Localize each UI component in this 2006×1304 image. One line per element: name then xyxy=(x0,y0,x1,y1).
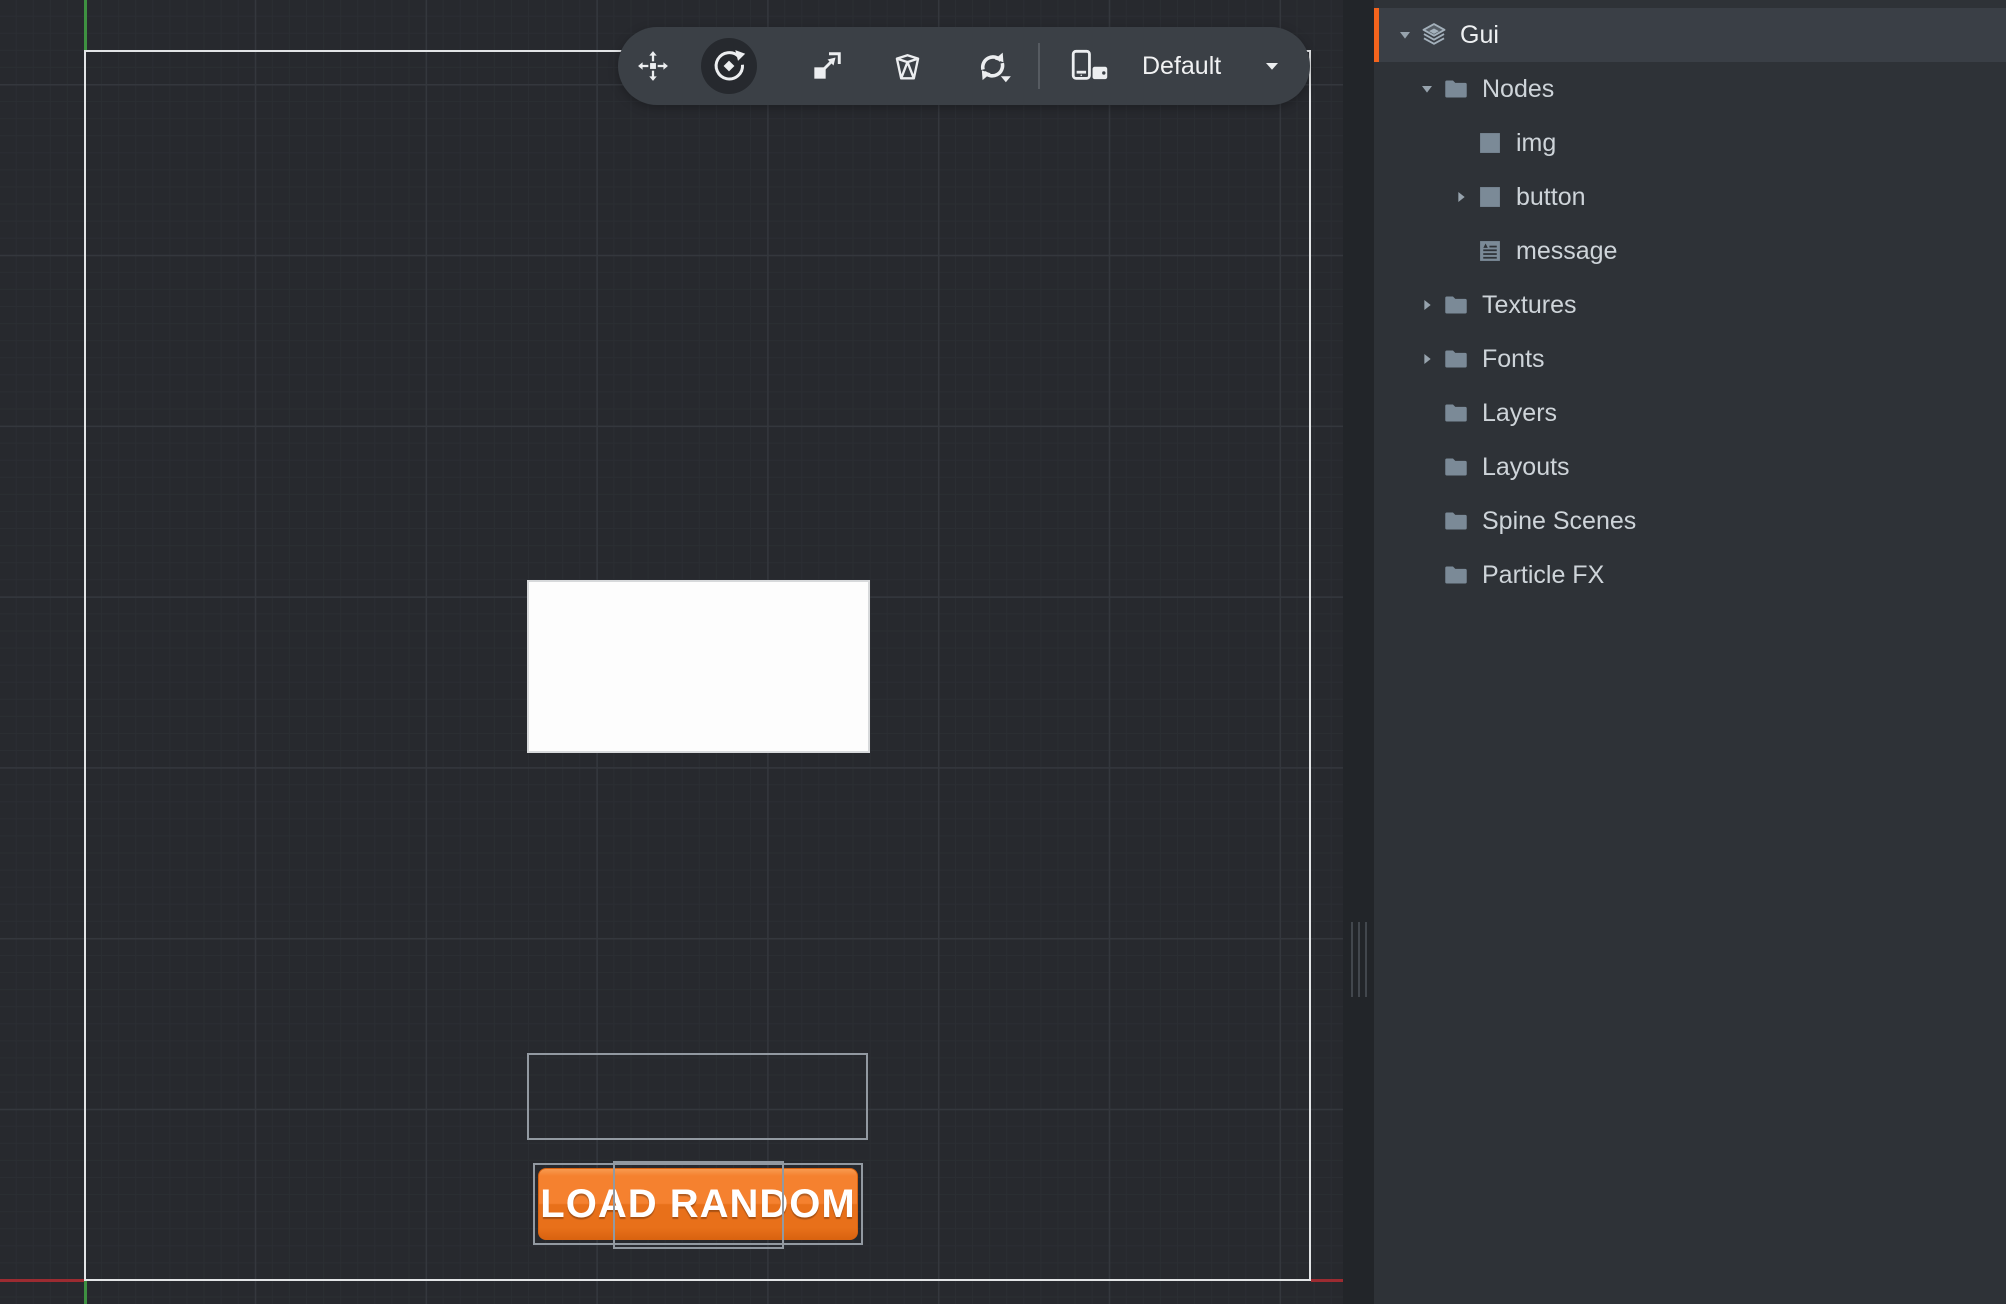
outline-item-button[interactable]: button xyxy=(1374,170,2006,224)
outline-item-nodes[interactable]: Nodes xyxy=(1374,62,2006,116)
caret-down-icon xyxy=(1261,57,1283,75)
folder-icon xyxy=(1442,399,1470,427)
gui-editor-window: LOAD RANDOM Default Gui Nodes img button… xyxy=(0,0,2006,1304)
folder-icon xyxy=(1442,561,1470,589)
outline-item-particle-fx[interactable]: Particle FX xyxy=(1374,548,2006,602)
outline-item-message[interactable]: message xyxy=(1374,224,2006,278)
message-node-outline[interactable] xyxy=(527,1053,868,1140)
frustum-icon xyxy=(891,50,924,83)
x-axis-line xyxy=(1311,1279,1343,1282)
scene-toolbar: Default xyxy=(618,27,1310,105)
folder-icon xyxy=(1442,291,1470,319)
expander-collapsed-icon[interactable] xyxy=(1416,294,1438,316)
toolbar-divider xyxy=(1038,43,1040,89)
outline-item-label: img xyxy=(1516,128,1557,157)
outline-item-label: Layouts xyxy=(1482,452,1570,481)
outline-item-label: Nodes xyxy=(1482,74,1555,103)
box-node-icon xyxy=(1476,129,1504,157)
outline-item-label: Layers xyxy=(1482,398,1558,427)
frustum-tool-button[interactable] xyxy=(890,50,924,83)
scale-tool-button[interactable] xyxy=(810,50,844,82)
outline-item-fonts[interactable]: Fonts xyxy=(1374,332,2006,386)
panel-splitter[interactable] xyxy=(1343,0,1374,1304)
gui-scene-icon xyxy=(1420,21,1448,49)
device-orientation-icon xyxy=(1070,49,1112,83)
img-node[interactable] xyxy=(527,580,870,753)
outline-item-spine-scenes[interactable]: Spine Scenes xyxy=(1374,494,2006,548)
rotate-icon xyxy=(711,48,747,84)
folder-icon xyxy=(1442,75,1470,103)
outline-item-label: Spine Scenes xyxy=(1482,506,1637,535)
y-axis-line xyxy=(84,0,87,51)
outline-item-layouts[interactable]: Layouts xyxy=(1374,440,2006,494)
outline-item-label: Particle FX xyxy=(1482,560,1605,589)
rotate-tool-button[interactable] xyxy=(701,38,757,94)
outline-item-label: Textures xyxy=(1482,290,1577,319)
outline-item-layers[interactable]: Layers xyxy=(1374,386,2006,440)
outline-item-label: button xyxy=(1516,182,1586,211)
camera-rotate-icon xyxy=(973,48,1013,84)
scene-viewport[interactable]: LOAD RANDOM Default xyxy=(0,0,1343,1304)
splitter-grip-icon[interactable] xyxy=(1350,922,1367,997)
box-node-icon xyxy=(1476,183,1504,211)
scale-icon xyxy=(811,50,843,82)
outline-item-img[interactable]: img xyxy=(1374,116,2006,170)
folder-icon xyxy=(1442,345,1470,373)
folder-icon xyxy=(1442,453,1470,481)
move-tool-button[interactable] xyxy=(636,50,670,82)
move-icon xyxy=(637,50,669,82)
outline-item-label: Gui xyxy=(1460,20,1499,49)
camera-rotate-tool-button[interactable] xyxy=(971,48,1015,84)
expander-expanded-icon[interactable] xyxy=(1416,78,1438,100)
folder-icon xyxy=(1442,507,1470,535)
outline-item-gui[interactable]: Gui xyxy=(1374,8,2006,62)
outline-panel: Gui Nodes img button message Textures Fonts Lay… xyxy=(1374,0,2006,1304)
y-axis-line xyxy=(84,1279,87,1304)
resolution-selector[interactable]: Default xyxy=(1070,27,1283,105)
expander-expanded-icon[interactable] xyxy=(1394,24,1416,46)
text-node-selection-outline xyxy=(613,1161,784,1249)
selection-accent-bar xyxy=(1374,8,1379,62)
outline-item-label: message xyxy=(1516,236,1618,265)
x-axis-line xyxy=(0,1279,84,1282)
outline-tree: Gui Nodes img button message Textures Fonts Lay… xyxy=(1374,8,2006,602)
outline-item-label: Fonts xyxy=(1482,344,1545,373)
resolution-label: Default xyxy=(1142,51,1222,80)
expander-collapsed-icon[interactable] xyxy=(1450,186,1472,208)
outline-item-textures[interactable]: Textures xyxy=(1374,278,2006,332)
text-node-icon xyxy=(1476,237,1504,265)
expander-collapsed-icon[interactable] xyxy=(1416,348,1438,370)
